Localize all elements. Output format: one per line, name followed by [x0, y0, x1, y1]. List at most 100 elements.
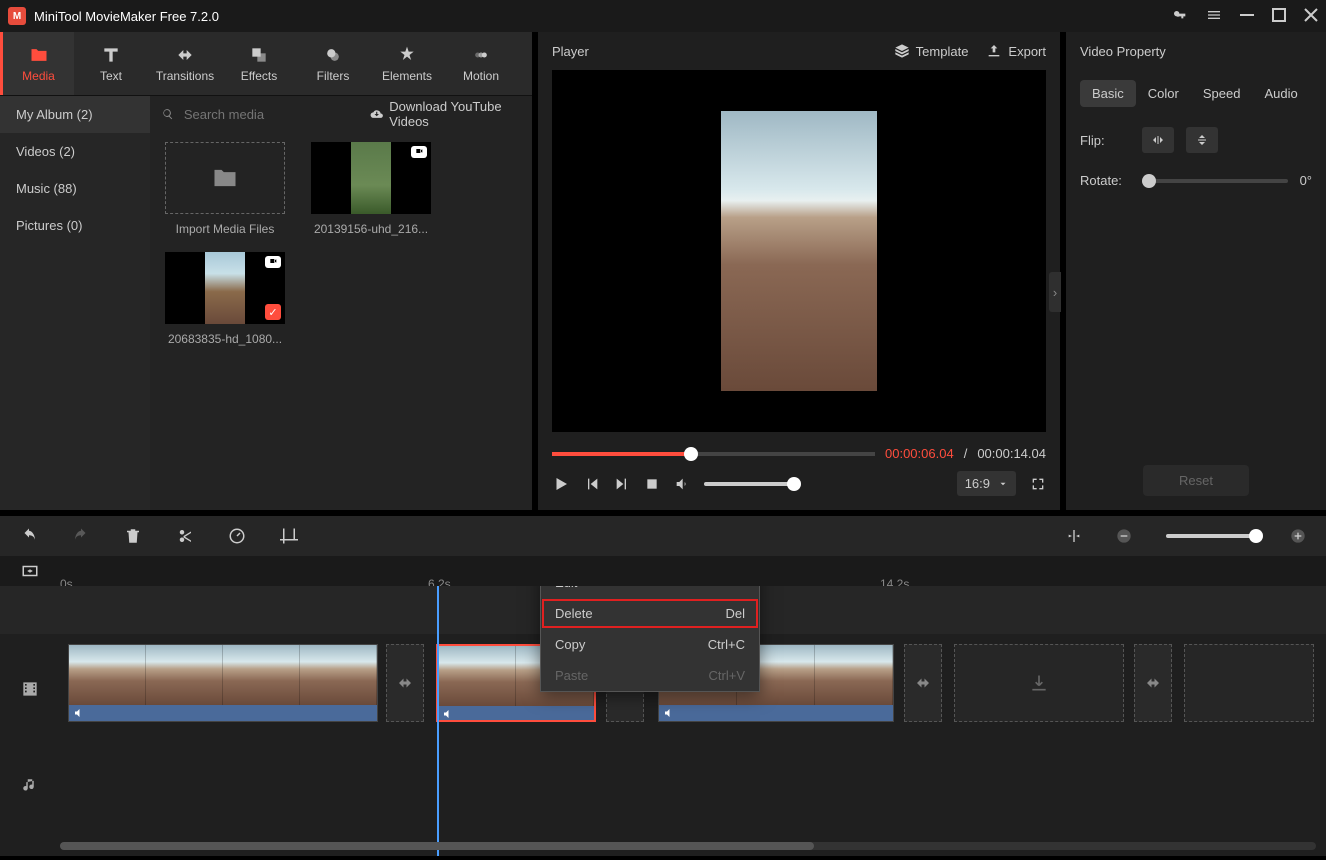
- import-media-button[interactable]: Import Media Files: [160, 142, 290, 236]
- minimize-button[interactable]: [1240, 8, 1254, 25]
- tab-media[interactable]: Media: [0, 32, 74, 95]
- flip-horizontal-button[interactable]: [1142, 127, 1174, 153]
- volume-button[interactable]: [674, 476, 690, 492]
- folder-icon: [211, 164, 239, 192]
- search-input[interactable]: [184, 107, 360, 122]
- delete-button[interactable]: [124, 527, 142, 545]
- key-icon[interactable]: [1172, 7, 1188, 26]
- volume-slider[interactable]: [704, 482, 794, 486]
- player-panel: Player Template Export › 00:00:06.04 /: [538, 32, 1060, 510]
- maximize-button[interactable]: [1272, 8, 1286, 25]
- context-menu-edit[interactable]: Edit: [541, 586, 759, 598]
- import-label: Import Media Files: [160, 222, 290, 236]
- transition-slot[interactable]: [386, 644, 424, 722]
- reset-button[interactable]: Reset: [1143, 465, 1249, 496]
- sidebar-item-pictures[interactable]: Pictures (0): [0, 207, 150, 244]
- timeline-scrollbar[interactable]: [60, 842, 1316, 850]
- menu-label: Paste: [555, 668, 588, 683]
- template-button[interactable]: Template: [894, 43, 969, 59]
- media-thumbnail: [351, 142, 391, 214]
- clip-drop-zone[interactable]: [1184, 644, 1314, 722]
- tab-text[interactable]: Text: [74, 32, 148, 95]
- playback-progress[interactable]: [552, 452, 875, 456]
- elements-icon: [397, 45, 417, 65]
- transition-slot[interactable]: [1134, 644, 1172, 722]
- prop-tab-color[interactable]: Color: [1136, 80, 1191, 107]
- timeline-toolbar: [0, 516, 1326, 556]
- fullscreen-button[interactable]: [1030, 476, 1046, 492]
- timeline-ruler[interactable]: 0s 6.2s 14.2s: [0, 556, 1326, 586]
- transition-slot[interactable]: [904, 644, 942, 722]
- auto-fit-button[interactable]: [1066, 528, 1082, 544]
- play-button[interactable]: [552, 475, 570, 493]
- app-title: MiniTool MovieMaker Free 7.2.0: [34, 9, 1172, 24]
- aspect-value: 16:9: [965, 476, 990, 491]
- time-separator: /: [964, 446, 968, 461]
- crop-button[interactable]: [280, 527, 298, 545]
- tab-motion[interactable]: Motion: [444, 32, 518, 95]
- tab-filters[interactable]: Filters: [296, 32, 370, 95]
- undo-button[interactable]: [20, 527, 38, 545]
- sidebar-item-myalbum[interactable]: My Album (2): [0, 96, 150, 133]
- playhead[interactable]: [437, 586, 439, 856]
- folder-icon: [29, 45, 49, 65]
- context-menu-delete[interactable]: Delete Del: [541, 598, 759, 629]
- speed-button[interactable]: [228, 527, 246, 545]
- clip-drop-zone[interactable]: [954, 644, 1124, 722]
- aspect-ratio-select[interactable]: 16:9: [957, 471, 1016, 496]
- menu-shortcut: Del: [725, 606, 745, 621]
- tab-label: Media: [22, 69, 55, 83]
- flip-vertical-button[interactable]: [1186, 127, 1218, 153]
- tab-label: Effects: [241, 69, 277, 83]
- zoom-in-button[interactable]: [1290, 528, 1306, 544]
- media-panel: Media Text Transitions Effects Filters E…: [0, 32, 532, 510]
- media-label: 20139156-uhd_216...: [306, 222, 436, 236]
- add-marker-button[interactable]: [21, 562, 39, 580]
- media-item[interactable]: ✓ 20683835-hd_1080...: [160, 252, 290, 346]
- export-button[interactable]: Export: [986, 43, 1046, 59]
- sidebar-item-videos[interactable]: Videos (2): [0, 133, 150, 170]
- expand-panel-button[interactable]: ›: [1049, 272, 1061, 312]
- rotate-slider[interactable]: [1142, 179, 1288, 183]
- tab-label: Motion: [463, 69, 499, 83]
- timeline-clip[interactable]: [68, 644, 378, 722]
- context-menu-paste: Paste Ctrl+V: [541, 660, 759, 691]
- video-frame: [721, 111, 877, 391]
- flip-label: Flip:: [1080, 133, 1130, 148]
- menu-icon[interactable]: [1206, 7, 1222, 26]
- zoom-out-button[interactable]: [1116, 528, 1132, 544]
- timeline: Edit Delete Del Copy Ctrl+C Paste Ctrl+V: [0, 586, 1326, 856]
- media-item[interactable]: 20139156-uhd_216...: [306, 142, 436, 236]
- speaker-icon: [663, 707, 675, 719]
- prop-tab-audio[interactable]: Audio: [1252, 80, 1309, 107]
- prop-tab-speed[interactable]: Speed: [1191, 80, 1253, 107]
- text-icon: [101, 45, 121, 65]
- split-button[interactable]: [176, 527, 194, 545]
- filters-icon: [323, 45, 343, 65]
- download-youtube-button[interactable]: Download YouTube Videos: [370, 99, 520, 129]
- speaker-icon: [73, 707, 85, 719]
- prop-tab-basic[interactable]: Basic: [1080, 80, 1136, 107]
- menu-shortcut: Ctrl+V: [709, 668, 745, 683]
- close-button[interactable]: [1304, 8, 1318, 25]
- next-frame-button[interactable]: [614, 476, 630, 492]
- context-menu-copy[interactable]: Copy Ctrl+C: [541, 629, 759, 660]
- stop-button[interactable]: [644, 476, 660, 492]
- check-icon: ✓: [265, 304, 281, 320]
- tab-effects[interactable]: Effects: [222, 32, 296, 95]
- menu-label: Copy: [555, 637, 585, 652]
- redo-button[interactable]: [72, 527, 90, 545]
- video-badge-icon: [265, 256, 281, 268]
- media-label: 20683835-hd_1080...: [160, 332, 290, 346]
- titlebar: M MiniTool MovieMaker Free 7.2.0: [0, 0, 1326, 32]
- tab-elements[interactable]: Elements: [370, 32, 444, 95]
- prev-frame-button[interactable]: [584, 476, 600, 492]
- zoom-slider[interactable]: [1166, 534, 1256, 538]
- menu-label: Delete: [555, 606, 593, 621]
- tab-transitions[interactable]: Transitions: [148, 32, 222, 95]
- tab-label: Filters: [317, 69, 350, 83]
- layers-icon: [894, 43, 910, 59]
- chevron-down-icon: [998, 479, 1008, 489]
- tab-label: Elements: [382, 69, 432, 83]
- sidebar-item-music[interactable]: Music (88): [0, 170, 150, 207]
